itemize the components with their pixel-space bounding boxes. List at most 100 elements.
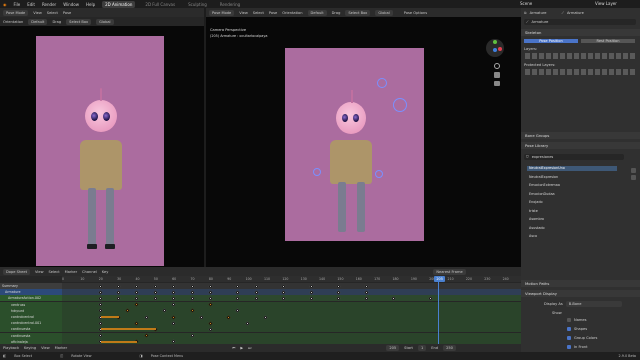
- keyframe[interactable]: [143, 314, 149, 320]
- pose-list-item[interactable]: EmocionDudaa: [527, 192, 617, 197]
- pose-list-item[interactable]: Asombro: [527, 217, 617, 222]
- menu-edit[interactable]: Edit: [27, 2, 35, 7]
- transform-global-dropdown[interactable]: Global: [375, 9, 393, 16]
- viewport-display-section-header[interactable]: Viewport Display: [521, 290, 640, 297]
- menu-view[interactable]: View: [239, 11, 248, 15]
- keyframe[interactable]: [153, 283, 158, 289]
- character-head[interactable]: [336, 102, 366, 134]
- dopesheet-channel[interactable]: controlcentral.001: [0, 320, 62, 327]
- keyframe[interactable]: [153, 290, 158, 295]
- bone-layers-grid[interactable]: [525, 53, 635, 59]
- character-body[interactable]: [80, 140, 122, 190]
- keyframe[interactable]: [143, 333, 149, 338]
- keyframe[interactable]: [364, 283, 369, 289]
- keyframe[interactable]: [226, 314, 231, 320]
- menu-key[interactable]: Key: [102, 270, 109, 274]
- skeleton-section-header[interactable]: Skeleton: [521, 29, 640, 36]
- pose-list-item[interactable]: Asustado: [527, 226, 617, 231]
- start-field[interactable]: 1: [417, 345, 427, 351]
- menu-pose[interactable]: Pose: [269, 11, 277, 15]
- keyframe[interactable]: [208, 321, 213, 326]
- pose-library-section-header[interactable]: Pose Library: [521, 142, 640, 149]
- menu-file[interactable]: File: [14, 2, 21, 7]
- pose-list-item[interactable]: NeutralExpresionUno: [527, 166, 617, 171]
- menu-keying[interactable]: Keying: [24, 346, 36, 350]
- keyframe[interactable]: [171, 290, 176, 295]
- checkbox[interactable]: [567, 345, 571, 349]
- pose-list-item[interactable]: NeutralExpresion: [527, 175, 617, 180]
- keyframe[interactable]: [263, 314, 268, 320]
- dopesheet-area[interactable]: 0 10 20 30 40 50 60 70 80 90 100 110 120 130 140 150 160…: [0, 276, 521, 352]
- zoom-icon[interactable]: [494, 63, 500, 69]
- menu-channel[interactable]: Channel: [82, 270, 97, 274]
- menu-render[interactable]: Render: [42, 2, 56, 7]
- bone-control-circle[interactable]: [377, 78, 387, 88]
- keyframe[interactable]: [98, 308, 103, 313]
- character-head[interactable]: [85, 100, 117, 132]
- mode-selector[interactable]: Pose Mode: [3, 9, 29, 16]
- keyframe[interactable]: [281, 296, 286, 301]
- keyframe[interactable]: [98, 296, 103, 301]
- keyframe[interactable]: [134, 302, 140, 307]
- drag-dropdown[interactable]: Select Box: [345, 9, 371, 16]
- keyframe[interactable]: [235, 283, 241, 289]
- keyframe[interactable]: [281, 283, 286, 289]
- keyframe[interactable]: [134, 283, 140, 289]
- show-option-row[interactable]: Group Colors: [567, 335, 597, 341]
- keyframe-track[interactable]: [62, 301, 521, 308]
- orientation-dropdown[interactable]: Default: [307, 9, 327, 16]
- menu-select[interactable]: Select: [47, 11, 58, 15]
- tab-sculpting[interactable]: Sculpting: [185, 1, 210, 8]
- keyframe-track[interactable]: [62, 314, 521, 320]
- keyframe[interactable]: [171, 283, 176, 289]
- dopesheet-channel[interactable]: ArmatureAction.002: [0, 295, 62, 302]
- keyframe[interactable]: [208, 296, 213, 301]
- tab-2d-full-canvas[interactable]: 2D Full Canvas: [142, 1, 178, 8]
- keyframe-track[interactable]: [62, 307, 521, 314]
- keyframe-track[interactable]: [62, 295, 521, 302]
- keyframe[interactable]: [254, 283, 259, 289]
- checkbox[interactable]: [567, 327, 571, 331]
- keyframe[interactable]: [98, 302, 103, 307]
- keyframe[interactable]: [116, 290, 121, 295]
- pose-list-item[interactable]: Enojado: [527, 200, 617, 205]
- keyframe[interactable]: [208, 302, 213, 307]
- bone-control-circle[interactable]: [375, 170, 383, 178]
- keyframe[interactable]: [235, 290, 241, 295]
- menu-marker[interactable]: Marker: [55, 346, 67, 350]
- keyframe[interactable]: [98, 321, 103, 326]
- menu-view[interactable]: View: [33, 11, 42, 15]
- keyframe[interactable]: [235, 296, 241, 301]
- jump-start-icon[interactable]: ⏮: [232, 346, 235, 350]
- keyframe[interactable]: [364, 296, 369, 301]
- pose-position-button[interactable]: Pose Position: [524, 39, 578, 43]
- keyframe[interactable]: [391, 296, 397, 301]
- play-icon[interactable]: ▶: [240, 346, 243, 350]
- pose-list-item[interactable]: triste: [527, 209, 617, 214]
- jump-end-icon[interactable]: ⏭: [248, 346, 251, 350]
- keyframe[interactable]: [125, 308, 130, 313]
- menu-pose[interactable]: Pose: [63, 11, 71, 15]
- keyframe[interactable]: [336, 296, 342, 301]
- rest-position-button[interactable]: Rest Position: [581, 39, 635, 43]
- remove-pose-icon[interactable]: [631, 175, 636, 180]
- mode-selector[interactable]: Pose Mode: [209, 9, 235, 16]
- tab-2d-animation[interactable]: 2D Animation: [102, 0, 136, 8]
- checkbox[interactable]: [567, 336, 571, 340]
- keyframe[interactable]: [98, 283, 103, 289]
- camera-view-icon[interactable]: [494, 81, 500, 86]
- keyframe[interactable]: [189, 333, 195, 338]
- transform-global-dropdown[interactable]: Global: [96, 18, 114, 25]
- right-viewport[interactable]: Camera Perspective (205) Armature : ocul…: [206, 17, 521, 267]
- frame-field[interactable]: 205: [386, 345, 400, 351]
- keyframe[interactable]: [162, 308, 167, 313]
- keyframe[interactable]: [153, 296, 158, 301]
- keyframe[interactable]: [98, 333, 103, 338]
- playhead[interactable]: [438, 276, 440, 352]
- show-option-row[interactable]: Names: [567, 317, 586, 323]
- pose-library-field[interactable]: ⛉ expresiones: [524, 154, 624, 160]
- current-frame-indicator[interactable]: 205: [434, 276, 445, 282]
- keyframe[interactable]: [208, 283, 213, 289]
- end-field[interactable]: 250: [443, 345, 456, 351]
- left-leg[interactable]: [88, 188, 96, 246]
